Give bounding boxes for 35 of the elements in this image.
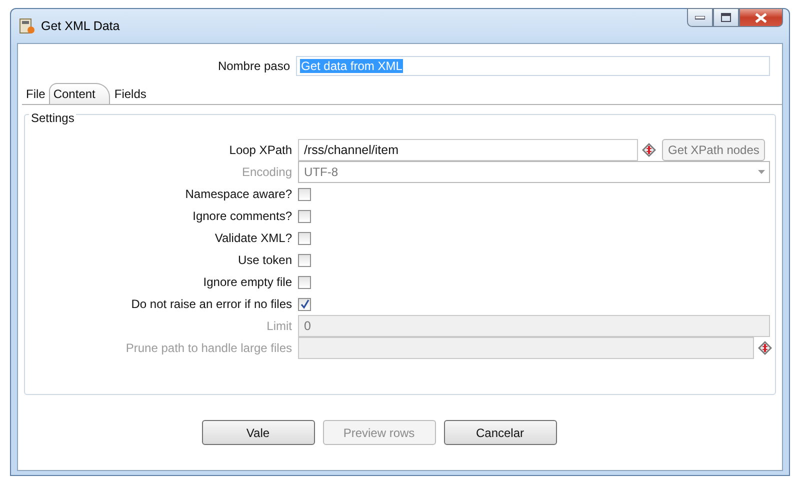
get-nodes-button[interactable]: Get XPath nodes (662, 139, 766, 161)
window-title: Get XML Data (41, 19, 120, 33)
field-label: Use token (236, 253, 293, 267)
xml-file-icon (19, 18, 35, 34)
tab[interactable]: Content (49, 83, 110, 104)
field-label: Ignore comments? (192, 209, 293, 223)
close-icon (755, 12, 767, 22)
field-label: Validate XML? (214, 231, 293, 245)
minimize-button[interactable] (687, 8, 713, 27)
checkbox[interactable] (298, 298, 311, 310)
minimize-icon (695, 16, 705, 20)
dialog-button[interactable]: Cancelar (444, 420, 556, 445)
field-label: Limit (266, 319, 293, 333)
checkbox[interactable] (298, 188, 311, 200)
field-label: Namespace aware? (184, 187, 293, 201)
checkbox[interactable] (298, 210, 311, 222)
close-button[interactable] (739, 8, 783, 27)
dropdown-arrow-icon (758, 170, 764, 174)
checkbox[interactable] (298, 254, 311, 266)
field-label: Loop XPath (228, 143, 293, 157)
dialog-button[interactable]: Vale (202, 420, 314, 445)
checkbox[interactable] (298, 276, 311, 288)
variable-icon[interactable] (642, 143, 656, 157)
step-name-label: Nombre paso (216, 59, 291, 73)
field-label: Do not raise an error if no files (130, 297, 293, 311)
tab[interactable]: File (22, 84, 50, 104)
maximize-icon (721, 13, 731, 22)
maximize-button[interactable] (713, 8, 739, 27)
tab[interactable]: Fields (110, 84, 150, 104)
field-label: Encoding (240, 165, 293, 179)
field-label: Prune path to handle large files (124, 341, 293, 355)
text-field[interactable]: /rss/channel/item (298, 139, 638, 161)
field-label: Ignore empty file (202, 275, 293, 289)
checkbox[interactable] (298, 232, 311, 244)
group-title: Settings (29, 111, 76, 125)
